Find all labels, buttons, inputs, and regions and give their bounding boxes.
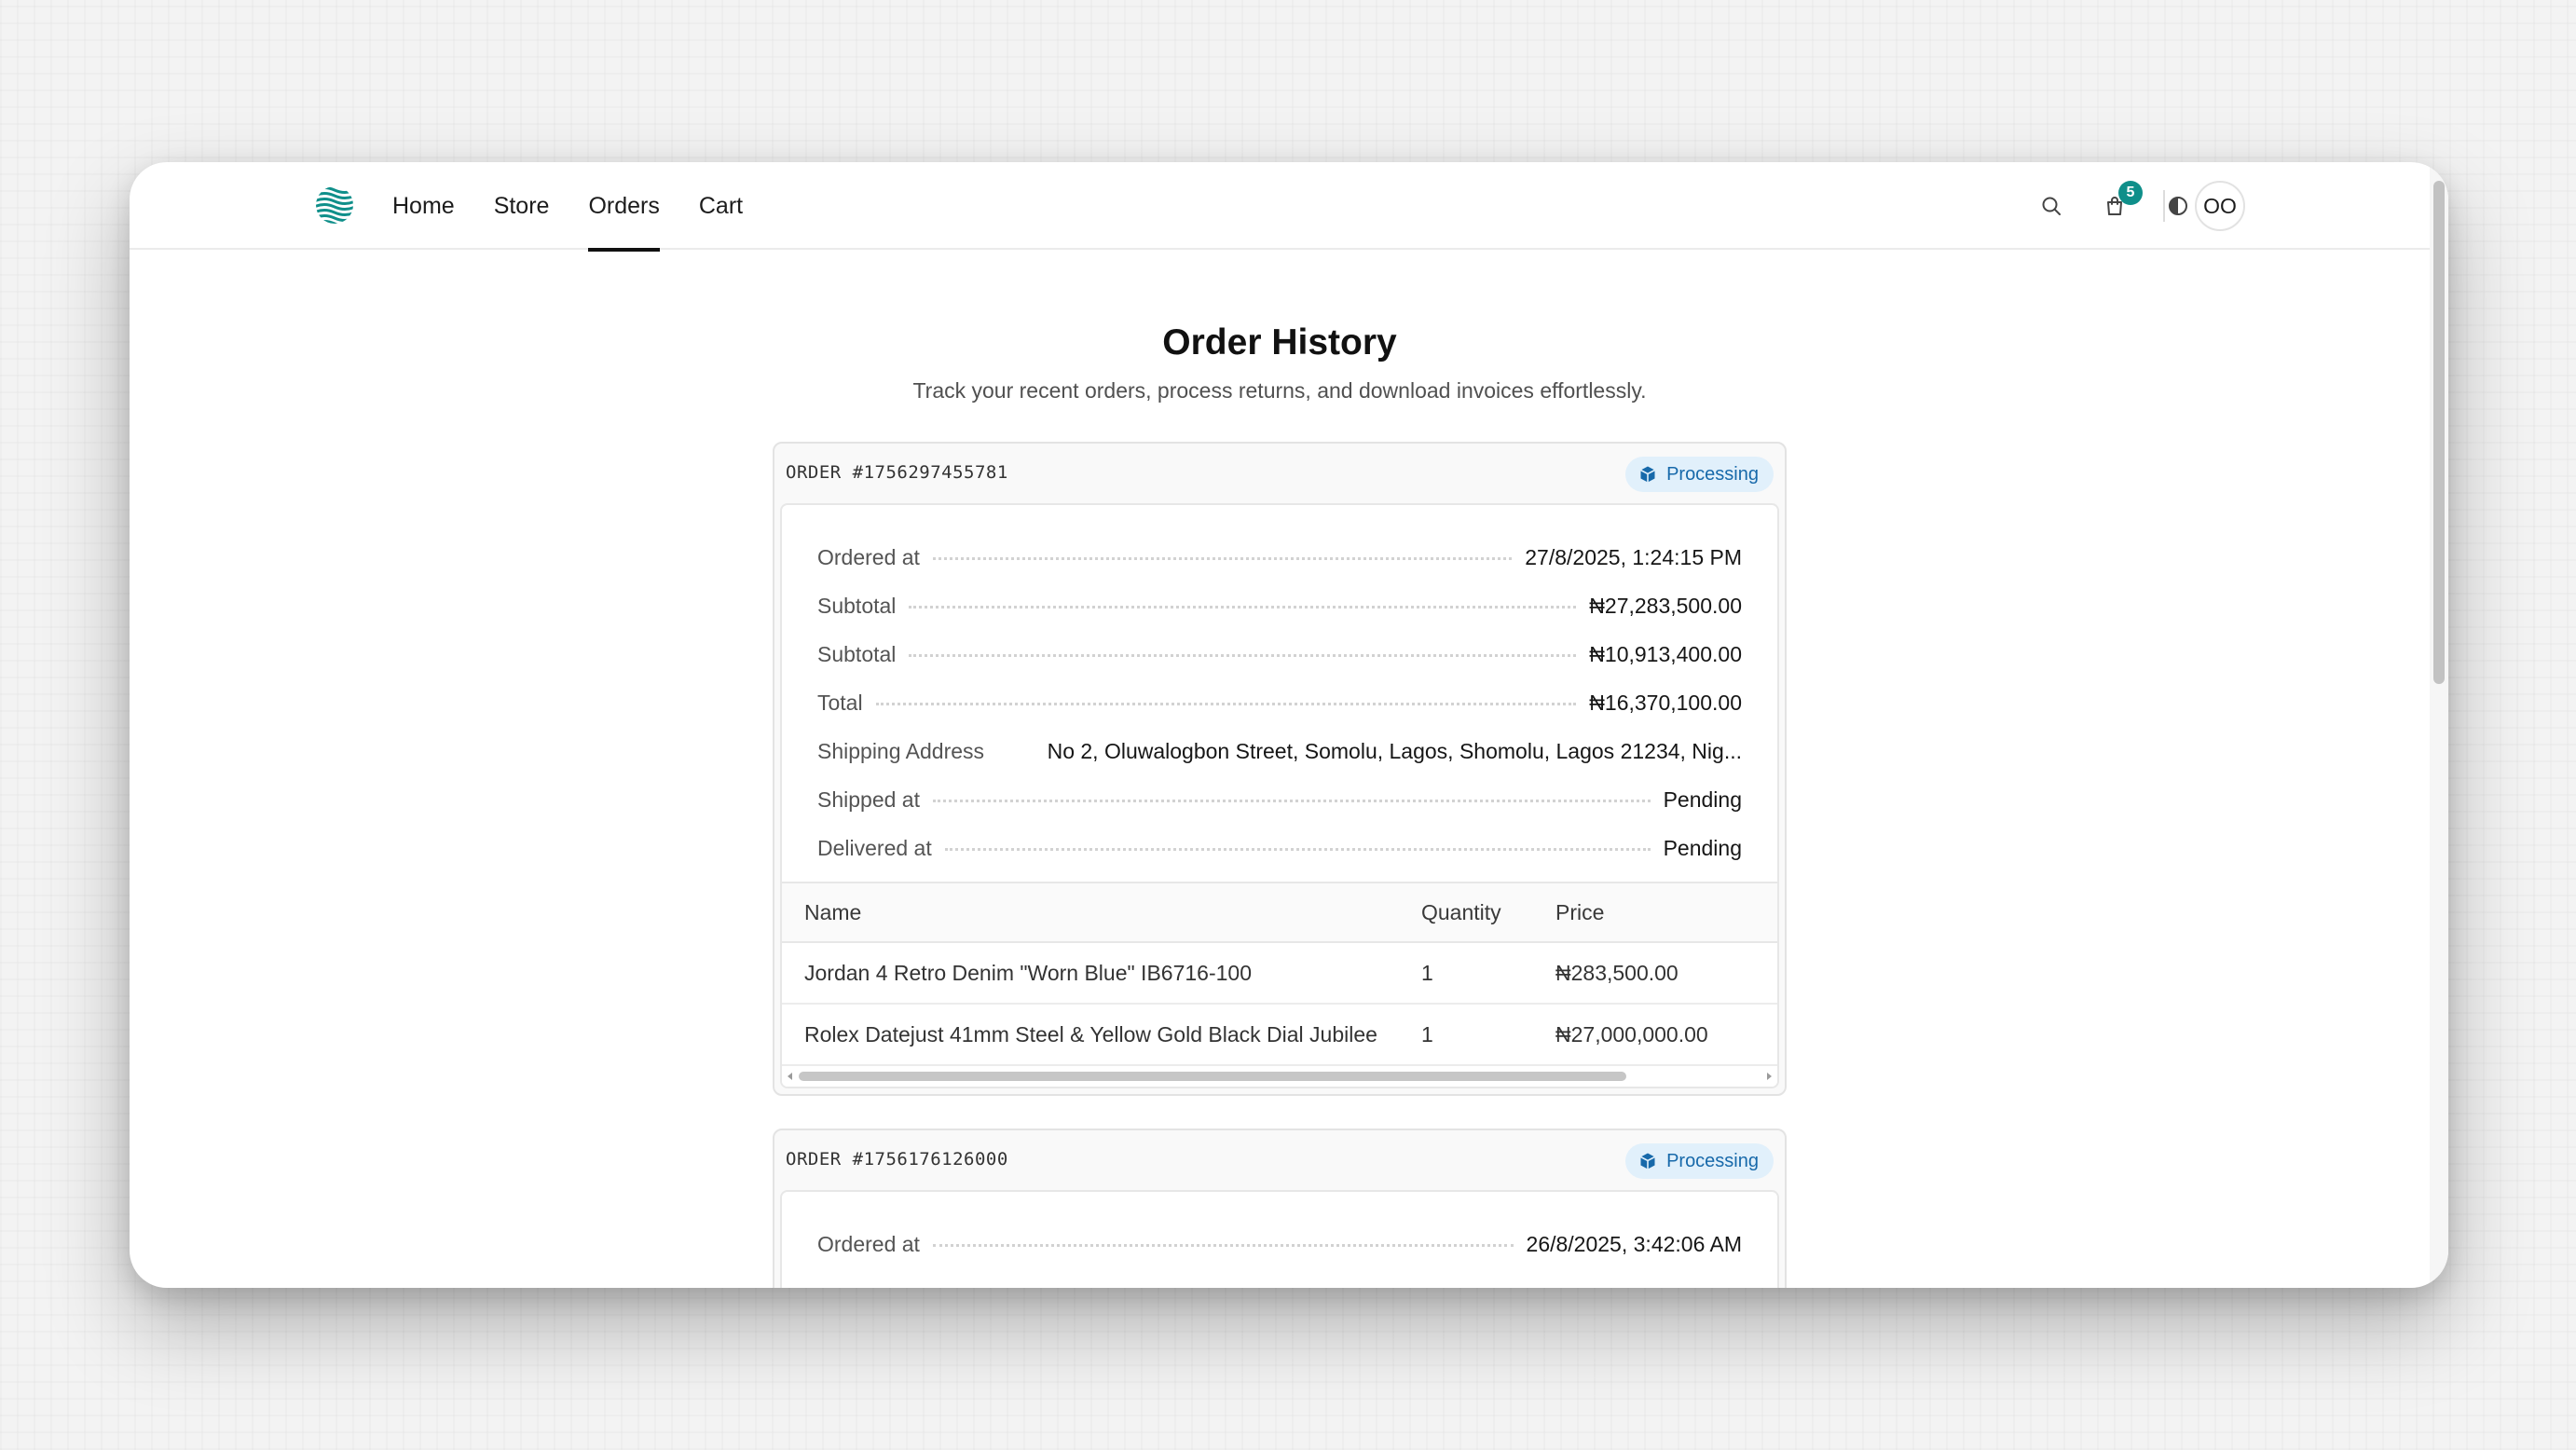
detail-subtotal: Subtotal ₦27,283,500.00 xyxy=(817,593,1742,618)
item-name: Jordan 4 Retro Denim "Worn Blue" IB6716-… xyxy=(782,942,1421,1005)
detail-shipped-at: Shipped at Pending xyxy=(817,787,1742,812)
search-button[interactable] xyxy=(2030,185,2073,227)
order-details: Ordered at 27/8/2025, 1:24:15 PM Subtota… xyxy=(782,505,1777,882)
order-body: Ordered at 26/8/2025, 3:42:06 AM xyxy=(780,1190,1779,1288)
item-quantity: 1 xyxy=(1421,942,1555,1005)
detail-shipping-address: Shipping Address No 2, Oluwalogbon Stree… xyxy=(817,738,1742,763)
page-scrollbar[interactable] xyxy=(2430,162,2448,1288)
column-header-price: Price xyxy=(1555,882,1777,943)
detail-total: Total ₦16,370,100.00 xyxy=(817,690,1742,715)
main-nav: Home Store Orders Cart xyxy=(392,162,782,252)
table-header-row: Name Quantity Price xyxy=(782,882,1777,943)
table-row: Rolex Datejust 41mm Steel & Yellow Gold … xyxy=(782,1004,1777,1066)
nav-home[interactable]: Home xyxy=(392,162,455,250)
order-card: ORDER #1756176126000 Processing Ordered … xyxy=(773,1129,1787,1288)
table-horizontal-scrollbar[interactable] xyxy=(782,1066,1777,1087)
detail-ordered-at: Ordered at 26/8/2025, 3:42:06 AM xyxy=(817,1231,1742,1256)
cart-button[interactable]: 5 xyxy=(2093,181,2143,227)
column-header-name: Name xyxy=(782,882,1421,943)
order-details: Ordered at 26/8/2025, 3:42:06 AM xyxy=(782,1192,1777,1278)
page-title: Order History xyxy=(1162,322,1397,362)
item-price: ₦283,500.00 xyxy=(1555,942,1777,1005)
browser-window: Home Store Orders Cart 5 OO Order Histor… xyxy=(130,162,2448,1288)
scroll-right-arrow-icon[interactable] xyxy=(1767,1073,1772,1080)
nav-store[interactable]: Store xyxy=(494,162,550,250)
order-card: ORDER #1756297455781 Processing Ordered … xyxy=(773,442,1787,1096)
item-price: ₦27,000,000.00 xyxy=(1555,1004,1777,1066)
page-subtitle: Track your recent orders, process return… xyxy=(912,378,1647,403)
status-badge: Processing xyxy=(1625,457,1774,492)
user-avatar[interactable]: OO xyxy=(2195,181,2245,231)
order-id: ORDER #1756297455781 xyxy=(786,462,1008,483)
nav-orders[interactable]: Orders xyxy=(588,162,661,252)
status-badge: Processing xyxy=(1625,1143,1774,1179)
package-icon xyxy=(1638,1152,1657,1170)
detail-delivered-at: Delivered at Pending xyxy=(817,835,1742,860)
order-header: ORDER #1756176126000 Processing xyxy=(774,1130,1785,1190)
navbar: Home Store Orders Cart 5 OO xyxy=(130,162,2430,252)
table-row: Jordan 4 Retro Denim "Worn Blue" IB6716-… xyxy=(782,942,1777,1005)
order-header: ORDER #1756297455781 Processing xyxy=(774,444,1785,503)
theme-toggle-icon xyxy=(2169,197,2187,215)
scroll-left-arrow-icon[interactable] xyxy=(788,1073,792,1080)
column-header-quantity: Quantity xyxy=(1421,882,1555,943)
status-label: Processing xyxy=(1666,463,1759,485)
order-items-table: Name Quantity Price Jordan 4 Retro Denim… xyxy=(782,882,1777,1066)
package-icon xyxy=(1638,465,1657,484)
item-quantity: 1 xyxy=(1421,1004,1555,1066)
order-body: Ordered at 27/8/2025, 1:24:15 PM Subtota… xyxy=(780,503,1779,1088)
scrollbar-thumb[interactable] xyxy=(799,1072,1626,1081)
nav-cart[interactable]: Cart xyxy=(699,162,743,250)
detail-subtotal-2: Subtotal ₦10,913,400.00 xyxy=(817,641,1742,666)
item-name: Rolex Datejust 41mm Steel & Yellow Gold … xyxy=(782,1004,1421,1066)
order-id: ORDER #1756176126000 xyxy=(786,1149,1008,1170)
logo-icon[interactable] xyxy=(314,185,355,226)
search-icon xyxy=(2042,197,2061,215)
nav-divider xyxy=(2163,190,2165,222)
page-scrollbar-thumb[interactable] xyxy=(2433,181,2445,684)
cart-count-badge: 5 xyxy=(2118,181,2143,205)
status-label: Processing xyxy=(1666,1150,1759,1171)
detail-ordered-at: Ordered at 27/8/2025, 1:24:15 PM xyxy=(817,544,1742,569)
